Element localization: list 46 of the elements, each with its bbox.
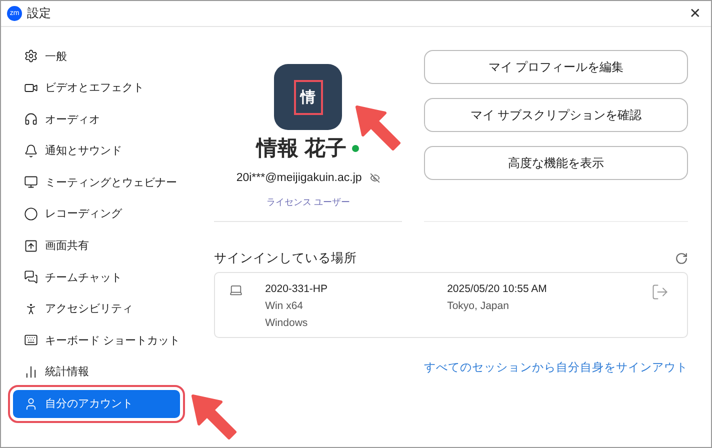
- sign-out-all-link[interactable]: すべてのセッションから自分自身をサインアウト: [424, 360, 688, 375]
- sidebar-item-icon: [24, 270, 38, 284]
- action-button[interactable]: マイ プロフィールを編集: [424, 50, 688, 84]
- sidebar-item[interactable]: オーディオ: [13, 105, 180, 134]
- sidebar-item[interactable]: アクセシビリティ: [13, 294, 180, 323]
- sidebar-item-icon: [24, 112, 38, 126]
- laptop-icon: [229, 283, 244, 297]
- hide-icon[interactable]: [370, 173, 380, 183]
- action-button[interactable]: 高度な機能を表示: [424, 146, 688, 180]
- signin-location: Tokyo, Japan: [447, 300, 510, 312]
- device-arch: Win x64: [265, 300, 304, 312]
- sidebar-item-icon: [24, 333, 38, 348]
- sidebar-item[interactable]: 画面共有: [13, 232, 180, 260]
- avatar-initial: 情: [296, 82, 321, 112]
- sidebar-item[interactable]: チームチャット: [13, 263, 180, 292]
- sidebar-item[interactable]: 統計情報: [13, 358, 180, 386]
- pointer-arrow: [355, 105, 403, 153]
- sidebar-item-icon: [24, 144, 38, 158]
- sidebar-item-icon: [24, 175, 38, 190]
- close-button[interactable]: ✕: [685, 5, 705, 22]
- sidebar-item[interactable]: 一般: [13, 42, 180, 70]
- sidebar-item-icon: [24, 364, 38, 379]
- sidebar-item[interactable]: ミーティングとウェビナー: [13, 168, 180, 196]
- sidebar-item[interactable]: ビデオとエフェクト: [13, 74, 180, 102]
- sidebar-item-icon: [24, 238, 38, 253]
- pointer-arrow: [191, 394, 239, 442]
- sidebar-item[interactable]: キーボード ショートカット: [13, 326, 180, 354]
- device-name: 2020-331-HP: [265, 283, 329, 295]
- device-os: Windows: [265, 317, 309, 329]
- email-text: 20i***@meijigakuin.ac.jp: [236, 172, 362, 184]
- sidebar-item[interactable]: 通知とサウンド: [13, 136, 180, 165]
- sidebar-item-icon: [24, 396, 38, 411]
- window-title: 設定: [27, 5, 52, 22]
- signin-time: 2025/05/20 10:55 AM: [447, 283, 548, 295]
- sidebar-item-icon: [24, 49, 38, 63]
- sign-out-icon[interactable]: [651, 283, 670, 301]
- avatar[interactable]: 情: [274, 64, 342, 130]
- section-heading: サインインしている場所: [214, 250, 358, 267]
- user-name: 情報 花子: [256, 136, 346, 162]
- action-button[interactable]: マイ サブスクリプションを確認: [424, 98, 688, 132]
- sidebar-item-icon: [24, 302, 38, 316]
- sidebar-item-icon: [24, 206, 38, 221]
- license-label: ライセンス ユーザー: [266, 196, 350, 209]
- sidebar-item[interactable]: レコーディング: [13, 200, 180, 228]
- sidebar-item[interactable]: 自分のアカウント: [13, 390, 180, 418]
- refresh-icon[interactable]: [675, 252, 688, 265]
